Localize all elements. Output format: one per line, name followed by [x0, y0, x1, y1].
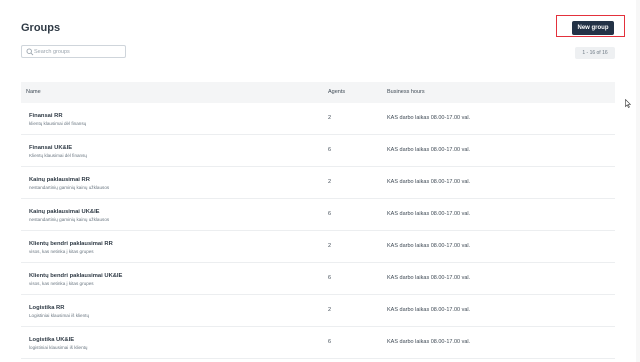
table-header: Name Agents Business hours — [21, 82, 615, 103]
search-icon — [26, 48, 34, 56]
table-row[interactable]: Logistika UK&IE logistiniai klausimai iš … — [21, 327, 615, 359]
group-description: klientų klausimai dėl finansų — [29, 121, 87, 126]
table-row[interactable]: Logistika RR Logistiniai klausimai iš kli… — [21, 295, 615, 327]
column-header-name[interactable]: Name — [26, 89, 41, 95]
table-row[interactable]: Klientų bendri paklausimai UK&IE visos, k… — [21, 263, 615, 295]
group-name: Finansai RR — [29, 113, 63, 119]
table-row[interactable]: Finansai UK&IE Klientų klausimai dėl fina… — [21, 135, 615, 167]
group-description: visos, kas netinka į kitas grupes — [29, 249, 94, 254]
group-name: Klientų bendri paklausimai RR — [29, 241, 113, 247]
search-input[interactable] — [34, 46, 122, 57]
agents-count: 6 — [328, 147, 332, 153]
group-name: Logistika RR — [29, 305, 65, 311]
group-description: visos, kas netinka į kitas grupes — [29, 281, 94, 286]
agents-count: 6 — [328, 275, 332, 281]
column-header-agents[interactable]: Agents — [328, 89, 345, 95]
group-name: Klientų bendri paklausimai UK&IE — [29, 273, 123, 279]
column-header-business-hours[interactable]: Business hours — [387, 89, 425, 95]
scrollbar[interactable] — [636, 0, 640, 362]
business-hours: KAS darbo laikas 08.00-17.00 val. — [387, 147, 471, 153]
mouse-cursor-icon — [625, 99, 631, 108]
table-row[interactable]: Kainų paklausimai UK&IE nestandartinių ga… — [21, 199, 615, 231]
group-description: nestandartinių gaminių kainų užklausos — [29, 185, 110, 190]
group-description: nestandartinių gaminių kainų užklausos — [29, 217, 110, 222]
new-group-button[interactable]: New group — [572, 21, 614, 35]
search-field[interactable] — [21, 45, 126, 58]
business-hours: KAS darbo laikas 08.00-17.00 val. — [387, 339, 471, 345]
business-hours: KAS darbo laikas 08.00-17.00 val. — [387, 211, 471, 217]
group-description: Logistiniai klausimai iš klientų — [29, 313, 90, 318]
agents-count: 2 — [328, 243, 332, 249]
business-hours: KAS darbo laikas 08.00-17.00 val. — [387, 275, 471, 281]
pagination-label: 1 - 16 of 16 — [575, 47, 615, 59]
business-hours: KAS darbo laikas 08.00-17.00 val. — [387, 243, 471, 249]
table-row[interactable]: Finansai RR klientų klausimai dėl finansų… — [21, 103, 615, 135]
group-name: Logistika UK&IE — [29, 337, 75, 343]
agents-count: 2 — [328, 179, 332, 185]
agents-count: 6 — [328, 339, 332, 345]
agents-count: 2 — [328, 115, 332, 121]
business-hours: KAS darbo laikas 08.00-17.00 val. — [387, 115, 471, 121]
business-hours: KAS darbo laikas 08.00-17.00 val. — [387, 179, 471, 185]
group-description: Klientų klausimai dėl finansų — [29, 153, 87, 158]
business-hours: KAS darbo laikas 08.00-17.00 val. — [387, 307, 471, 313]
agents-count: 6 — [328, 211, 332, 217]
agents-count: 2 — [328, 307, 332, 313]
table-row[interactable]: Klientų bendri paklausimai RR visos, kas … — [21, 231, 615, 263]
group-name: Finansai UK&IE — [29, 145, 73, 151]
table-row[interactable]: Kainų paklausimai RR nestandartinių gamin… — [21, 167, 615, 199]
group-description: logistiniai klausimai iš klientų — [29, 345, 88, 350]
group-name: Kainų paklausimai RR — [29, 177, 90, 183]
page-title: Groups — [21, 22, 61, 34]
group-name: Kainų paklausimai UK&IE — [29, 209, 100, 215]
